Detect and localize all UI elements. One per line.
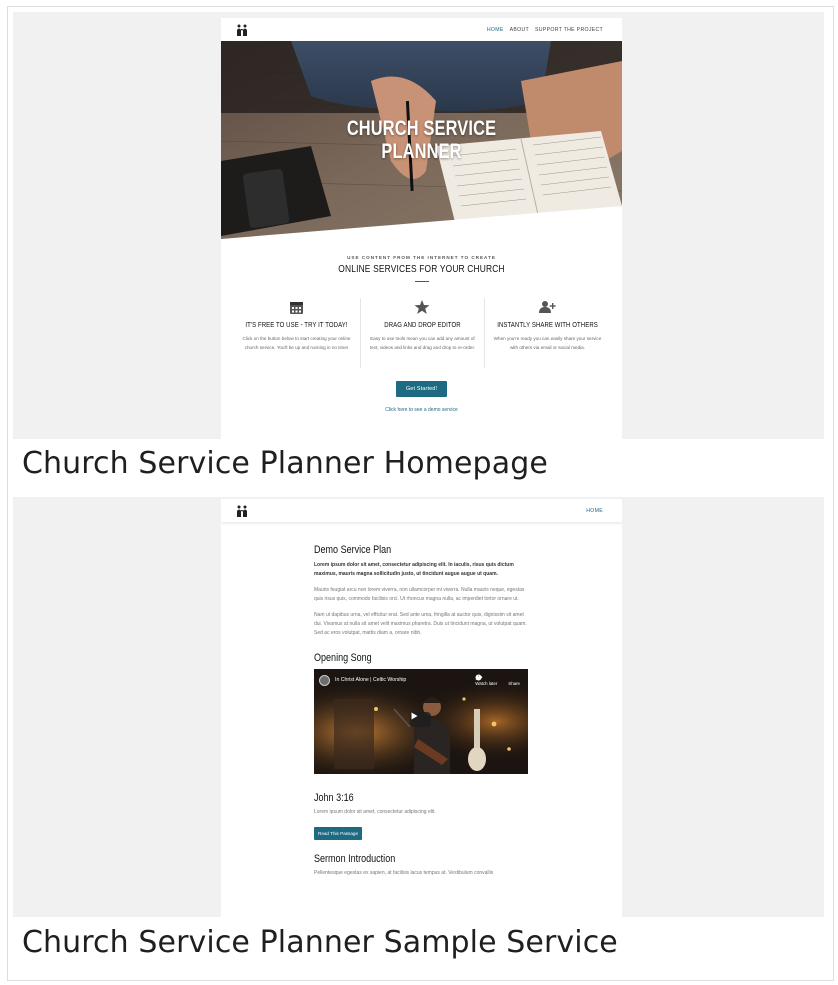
paragraph: Nam ut dapibus urna, vel efficitur erat.…: [314, 612, 527, 636]
hero-title-line2: PLANNER: [381, 140, 462, 163]
video-title[interactable]: In Christ Alone | Celtic Worship: [335, 677, 406, 683]
logo-icon[interactable]: [235, 23, 249, 37]
heading-underline: [414, 281, 429, 282]
feature-title: DRAG AND DROP EDITOR: [384, 322, 461, 329]
passage-text: Lorem ipsum dolor sit amet, consectetur …: [314, 809, 436, 815]
sample-service-screenshot: HOME Demo Service Plan Lorem ipsum dolor…: [13, 497, 824, 917]
feature-desc: Click on the button below to start creat…: [242, 336, 351, 350]
nav-support-link[interactable]: SUPPORT THE PROJECT: [535, 27, 603, 33]
sermon-text: Pellentesque egestas ex sapien, at facil…: [314, 870, 494, 876]
features-row: IT'S FREE TO USE - TRY IT TODAY! Click o…: [221, 298, 622, 368]
video-actions: Watch later Share: [475, 674, 520, 686]
feature-editor: DRAG AND DROP EDITOR Easy to use tools m…: [361, 298, 485, 368]
service-content: Demo Service Plan Lorem ipsum dolor sit …: [314, 544, 530, 878]
watch-later-label: Watch later: [475, 681, 498, 686]
top-nav: HOME: [221, 499, 622, 522]
feature-title: IT'S FREE TO USE - TRY IT TODAY!: [245, 322, 348, 329]
feature-desc: Easy to use tools mean you can add any a…: [369, 336, 476, 350]
nav-about-link[interactable]: ABOUT: [510, 27, 529, 33]
feature-free: IT'S FREE TO USE - TRY IT TODAY! Click o…: [233, 298, 361, 368]
passage-heading: John 3:16: [314, 792, 354, 804]
hero-banner: CHURCH SERVICE PLANNER: [221, 41, 622, 241]
feature-share: INSTANTLY SHARE WITH OTHERS When you're …: [485, 298, 610, 368]
calendar-icon: [237, 298, 356, 316]
channel-avatar[interactable]: [319, 674, 330, 686]
share-label: Share: [508, 681, 520, 686]
nav-home-link[interactable]: HOME: [487, 27, 504, 33]
opening-song-heading: Opening Song: [314, 652, 372, 664]
nav-links: HOME: [586, 508, 603, 514]
play-button[interactable]: [410, 712, 431, 727]
hero-title-line1: CHURCH SERVICE: [346, 117, 497, 140]
nav-home-link[interactable]: HOME: [586, 508, 603, 514]
play-icon: [411, 712, 418, 720]
feature-desc: When you're ready you can easily share y…: [493, 336, 602, 350]
paragraph: Mauris feugiat arcu non lorem viverra, n…: [314, 587, 525, 602]
share-button[interactable]: Share: [475, 674, 520, 686]
homepage-caption: Church Service Planner Homepage: [22, 446, 548, 481]
kicker-text: USE CONTENT FROM THE INTERNET TO CREATE: [347, 255, 496, 260]
sermon-heading: Sermon Introduction: [314, 853, 396, 865]
section-subhead: ONLINE SERVICES FOR YOUR CHURCH: [338, 264, 505, 275]
add-user-icon: [489, 298, 606, 316]
top-nav: HOME ABOUT SUPPORT THE PROJECT: [221, 18, 622, 41]
sample-service-caption: Church Service Planner Sample Service: [22, 925, 618, 960]
get-started-button[interactable]: Get Started!: [396, 381, 447, 397]
intro-bold-paragraph: Lorem ipsum dolor sit amet, consectetur …: [314, 562, 514, 577]
homepage-page: HOME ABOUT SUPPORT THE PROJECT CHURCH SE…: [221, 18, 622, 439]
star-icon: [365, 298, 480, 316]
read-passage-button[interactable]: Read This Passage: [314, 827, 363, 840]
homepage-screenshot: HOME ABOUT SUPPORT THE PROJECT CHURCH SE…: [13, 12, 824, 439]
hero-title: CHURCH SERVICE PLANNER: [265, 117, 578, 163]
video-embed[interactable]: In Christ Alone | Celtic Worship Watch l…: [314, 669, 528, 774]
nav-links: HOME ABOUT SUPPORT THE PROJECT: [487, 27, 603, 33]
service-title: Demo Service Plan: [314, 544, 392, 556]
demo-service-link[interactable]: Click here to see a demo service: [221, 407, 622, 413]
logo-icon[interactable]: [235, 504, 249, 518]
sample-service-page: HOME Demo Service Plan Lorem ipsum dolor…: [221, 499, 622, 917]
feature-title: INSTANTLY SHARE WITH OTHERS: [497, 322, 598, 329]
